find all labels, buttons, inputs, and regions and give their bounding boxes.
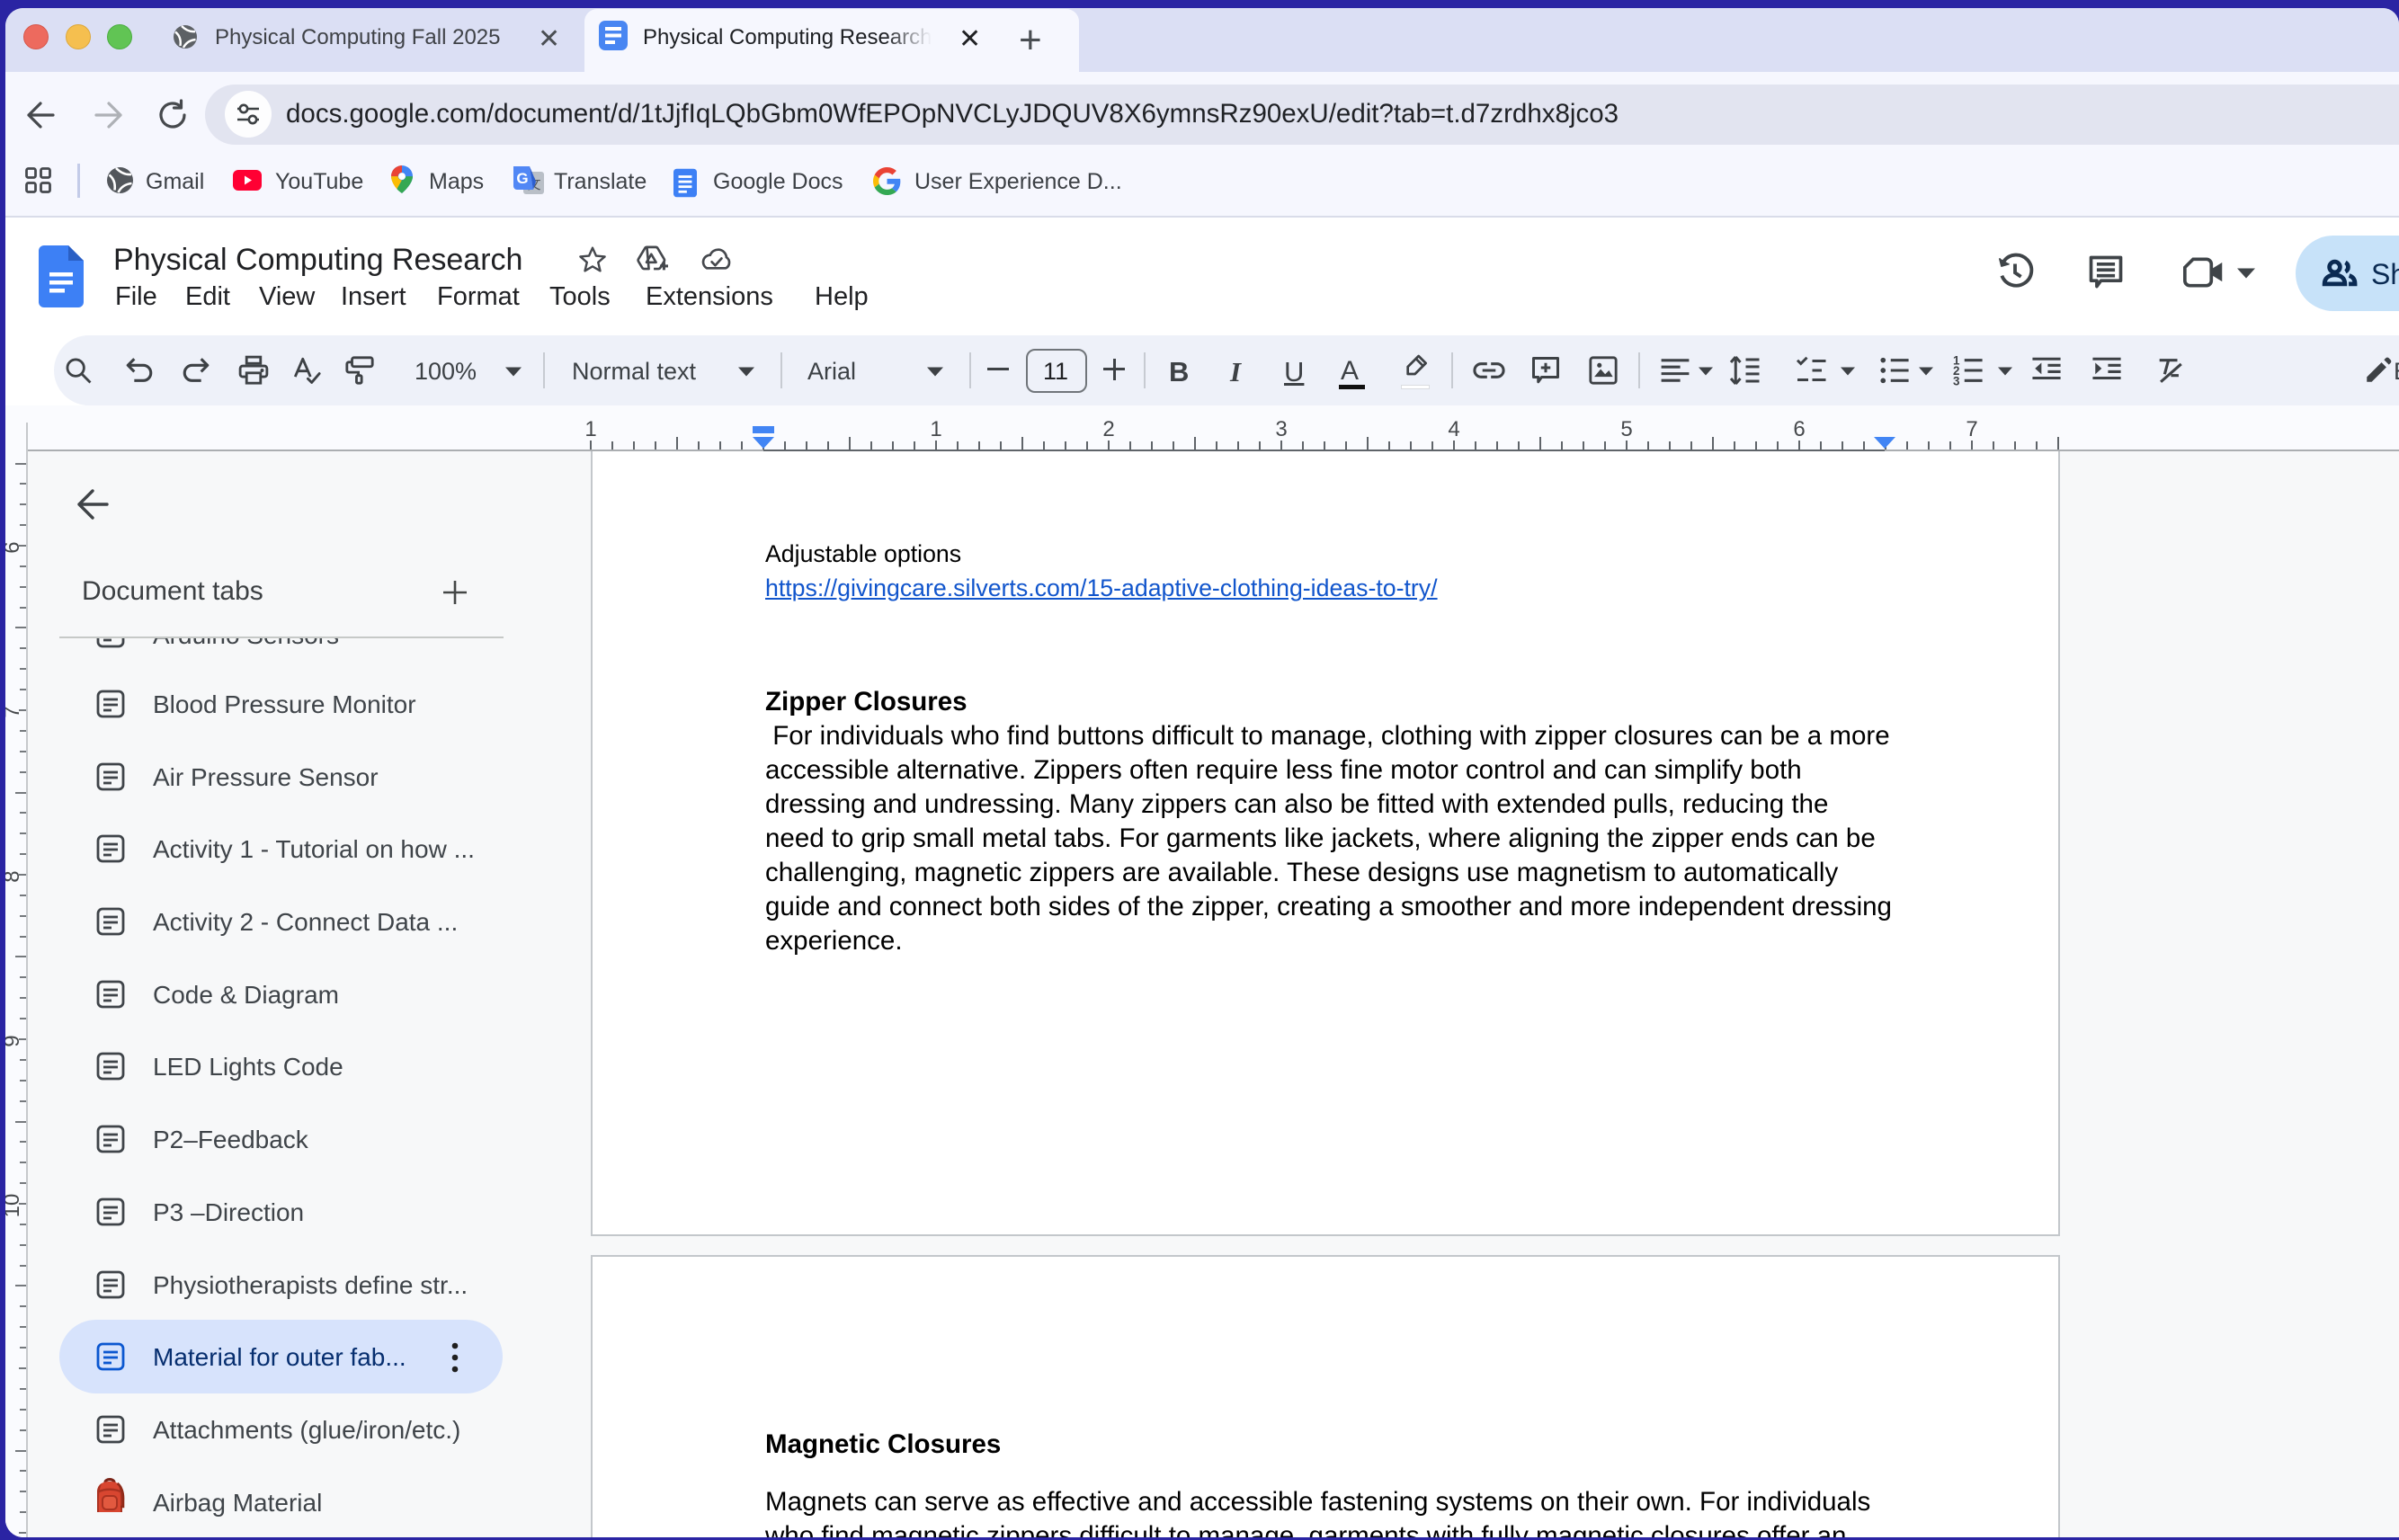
svg-text:3: 3 <box>1953 374 1959 386</box>
svg-text:G: G <box>516 170 528 187</box>
